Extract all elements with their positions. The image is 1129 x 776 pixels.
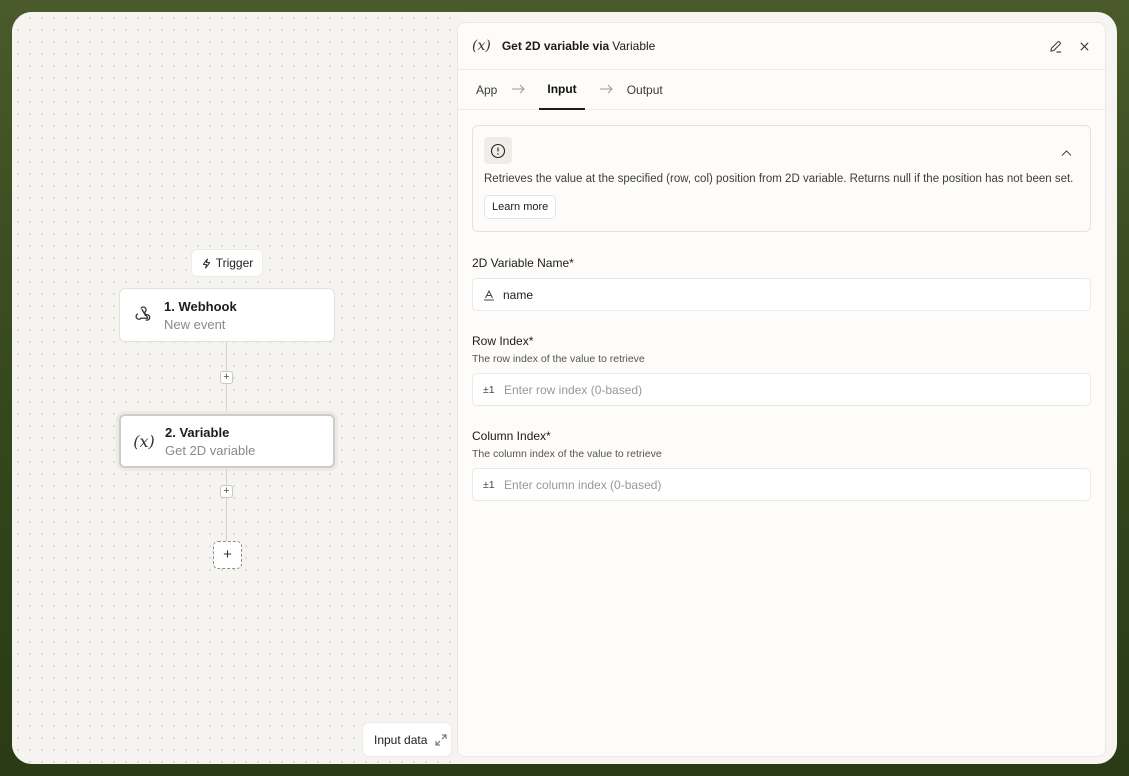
variable-icon: (x): [472, 38, 491, 54]
expand-icon: [435, 734, 447, 745]
tab-app[interactable]: App: [476, 70, 497, 110]
arrow-right-icon: [599, 82, 613, 97]
variable-name-value: name: [503, 287, 534, 302]
chevron-up-icon[interactable]: [1061, 144, 1072, 162]
alert-circle-icon: [484, 137, 512, 164]
node-subtitle: New event: [164, 316, 226, 332]
add-step-button[interactable]: +: [220, 371, 233, 384]
field-description: The column index of the value to retriev…: [472, 448, 662, 460]
variable-icon: (x): [133, 431, 155, 451]
arrow-right-icon: [511, 82, 526, 97]
tab-input[interactable]: Input: [539, 70, 585, 110]
trigger-label: Trigger: [215, 256, 254, 270]
variable-name-input[interactable]: name: [472, 278, 1091, 311]
lightning-icon: [202, 257, 210, 269]
edit-icon[interactable]: [1049, 40, 1062, 53]
field-label: Row Index*: [472, 334, 534, 348]
text-type-icon: [484, 289, 494, 300]
add-step-button[interactable]: +: [220, 485, 233, 498]
webhook-icon: [132, 304, 154, 326]
field-row-index: Row Index* The row index of the value to…: [472, 334, 1091, 406]
field-label: 2D Variable Name*: [472, 256, 574, 270]
node-title: 2. Variable: [165, 424, 230, 440]
row-index-field[interactable]: ±1: [472, 373, 1091, 406]
tab-output[interactable]: Output: [627, 70, 663, 110]
column-index-field[interactable]: ±1: [472, 468, 1091, 501]
node-title: 1. Webhook: [164, 298, 237, 314]
input-data-label: Input data: [374, 732, 428, 747]
number-type-icon: ±1: [483, 383, 495, 396]
number-type-icon: ±1: [483, 478, 495, 491]
input-data-button[interactable]: Input data: [362, 722, 452, 757]
panel-app-name: Variable: [612, 39, 656, 53]
info-description: Retrieves the value at the specified (ro…: [484, 173, 1074, 185]
workflow-node-variable[interactable]: (x) 2. Variable Get 2D variable: [119, 414, 335, 468]
field-label: Column Index*: [472, 429, 551, 443]
node-subtitle: Get 2D variable: [165, 442, 256, 458]
panel-title: Get 2D variable via: [501, 39, 610, 53]
info-box: Retrieves the value at the specified (ro…: [472, 125, 1091, 232]
field-description: The row index of the value to retrieve: [472, 353, 645, 365]
learn-more-button[interactable]: Learn more: [484, 195, 557, 219]
app-frame: Trigger 1. Webhook New event + (x) 2. Va…: [12, 12, 1117, 764]
panel-header: (x) Get 2D variable via Variable: [458, 23, 1105, 70]
connector-line: [226, 469, 227, 541]
field-variable-name: 2D Variable Name* name: [472, 256, 1091, 311]
trigger-button[interactable]: Trigger: [191, 249, 263, 277]
workflow-canvas[interactable]: Trigger 1. Webhook New event + (x) 2. Va…: [12, 12, 457, 764]
workflow-node-webhook[interactable]: 1. Webhook New event: [119, 288, 335, 342]
field-column-index: Column Index* The column index of the va…: [472, 429, 1091, 501]
step-config-panel: (x) Get 2D variable via Variable App Inp…: [457, 22, 1106, 757]
column-index-input[interactable]: [504, 477, 1090, 492]
panel-tabs: App Input Output: [458, 70, 1105, 110]
add-node-button[interactable]: +: [213, 541, 242, 569]
close-icon[interactable]: [1078, 40, 1091, 53]
row-index-input[interactable]: [504, 382, 1090, 397]
